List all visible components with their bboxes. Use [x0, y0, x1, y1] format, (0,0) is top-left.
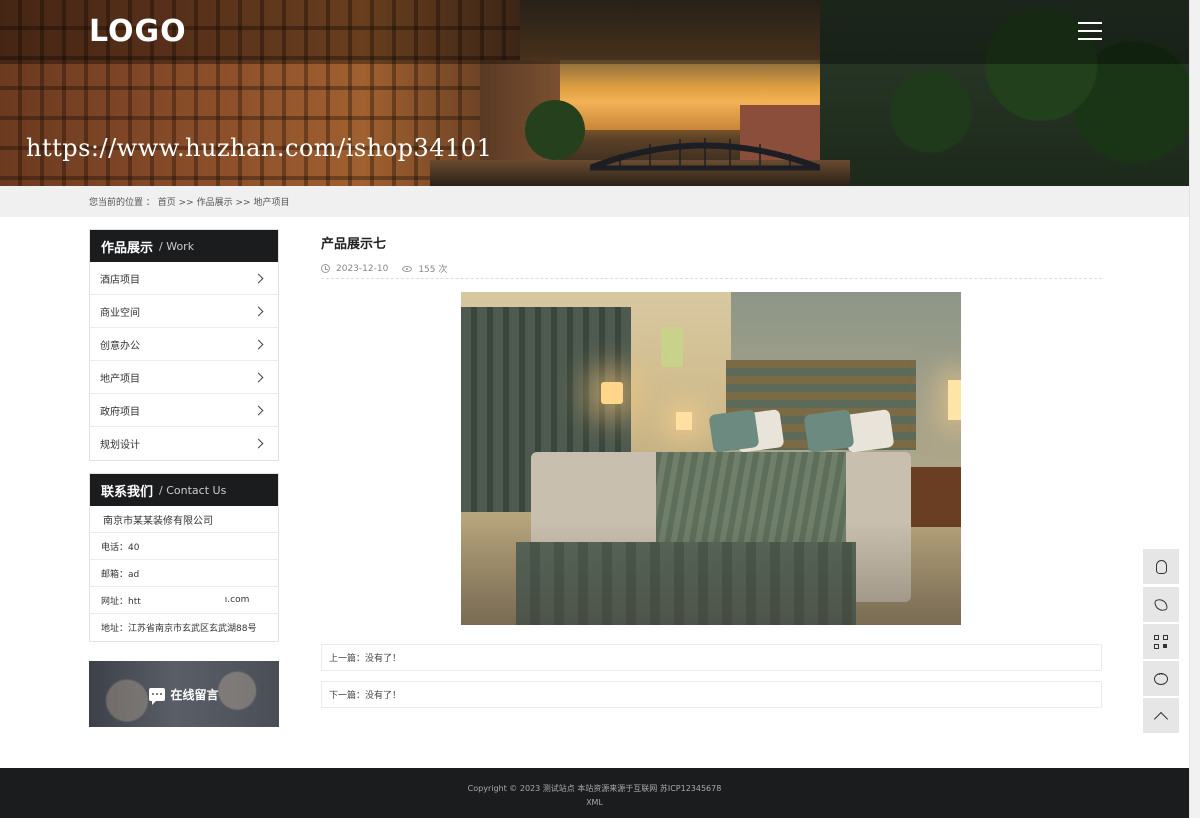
contact-email: 邮箱：ad	[90, 560, 278, 587]
category-label: 政府项目	[100, 406, 140, 418]
phone-icon	[1154, 597, 1168, 612]
breadcrumb-home-link[interactable]: 首页	[158, 198, 176, 208]
eye-icon	[402, 265, 413, 272]
category-item-office[interactable]: 创意办公	[90, 328, 278, 361]
chevron-right-icon	[253, 438, 264, 449]
article-divider	[321, 278, 1102, 279]
qrcode-icon	[1154, 634, 1168, 649]
category-label: 创意办公	[100, 340, 140, 352]
banner-bridge	[590, 138, 820, 171]
float-qq-button[interactable]	[1143, 549, 1179, 584]
site-footer: Copyright © 2023 测试站点 本站资源来源于互联网 苏ICP123…	[0, 768, 1189, 818]
category-item-real-estate[interactable]: 地产项目	[90, 361, 278, 394]
footer-xml-link[interactable]: XML	[0, 798, 1189, 807]
photo-pillow	[803, 408, 855, 454]
contact-panel-subtitle: / Contact Us	[159, 483, 227, 497]
contact-address: 地址：江苏省南京市玄武区玄武湖88号	[101, 624, 257, 634]
breadcrumb-bar: 您当前的位置 ： 首页 >> 作品展示 >> 地产项目	[0, 186, 1189, 217]
contact-website-prefix: 网址：htt	[101, 596, 141, 607]
watermark-url: https://www.huzhan.com/ishop34101	[26, 134, 493, 162]
qq-icon	[1155, 559, 1167, 574]
chat-icon	[1154, 670, 1168, 685]
contact-panel-title: 联系我们	[101, 484, 154, 500]
article-title: 产品展示七	[321, 237, 387, 252]
message-bubble-icon	[149, 687, 166, 705]
category-item-commercial[interactable]: 商业空间	[90, 295, 278, 328]
works-panel-title: 作品展示	[101, 240, 154, 256]
article-image-hotel-room	[461, 292, 961, 625]
category-label: 商业空间	[100, 307, 140, 319]
breadcrumb-separator: >>	[178, 198, 194, 208]
article-date-wrap: 2023-12-10	[321, 264, 388, 274]
hamburger-menu-icon[interactable]	[1078, 22, 1102, 42]
footer-copyright: Copyright © 2023 测试站点 本站资源来源于互联网 苏ICP123…	[467, 784, 722, 793]
online-message-button[interactable]: 在线留言	[89, 661, 279, 727]
contact-website-suffix: ı.com	[224, 595, 250, 605]
article-views-wrap: 155 次	[402, 262, 447, 275]
banner-small-tree	[525, 100, 585, 160]
breadcrumb-label: 您当前的位置 ：	[89, 198, 155, 208]
hero-banner: LOGO https://www.huzhan.com/ishop34101	[0, 0, 1189, 186]
online-message-label: 在线留言	[170, 687, 219, 702]
photo-lamp	[676, 412, 692, 430]
contact-panel-header: 联系我们 / Contact Us	[90, 474, 278, 506]
chevron-right-icon	[253, 339, 264, 349]
contact-website: 网址：htt ı.com	[90, 587, 278, 614]
site-logo[interactable]: LOGO	[89, 14, 187, 50]
chevron-right-icon	[253, 273, 264, 283]
online-message-inner: 在线留言	[149, 686, 219, 705]
category-label: 酒店项目	[100, 274, 140, 286]
contact-panel: 联系我们 / Contact Us 南京市某某装修有限公司 电话：40 邮箱：a…	[89, 473, 279, 642]
article-views: 155 次	[418, 265, 448, 275]
contact-phone: 电话：40	[90, 533, 278, 560]
page-scrollbar[interactable]	[1189, 0, 1200, 818]
breadcrumb-separator: >>	[235, 198, 251, 208]
photo-floor-shadow	[461, 522, 961, 625]
article-date: 2023-12-10	[336, 263, 389, 274]
works-panel-header: 作品展示 / Work	[90, 230, 278, 262]
prev-article-link[interactable]: 上一篇：没有了！	[321, 644, 1102, 671]
works-category-panel: 作品展示 / Work 酒店项目 商业空间 创意办公 地产项目 政府项目 规划设…	[89, 229, 279, 461]
breadcrumb-works-link[interactable]: 作品展示	[197, 198, 233, 208]
category-label: 地产项目	[100, 373, 140, 385]
category-item-hotel[interactable]: 酒店项目	[90, 262, 278, 295]
photo-wall-art	[661, 327, 683, 367]
breadcrumb-current-link[interactable]: 地产项目	[253, 198, 289, 208]
photo-lamp	[601, 382, 623, 404]
float-phone-button[interactable]	[1143, 587, 1179, 622]
contact-company: 南京市某某装修有限公司	[90, 506, 278, 533]
clock-icon	[321, 264, 330, 273]
breadcrumb: 您当前的位置 ： 首页 >> 作品展示 >> 地产项目	[89, 195, 289, 208]
float-qrcode-button[interactable]	[1143, 624, 1179, 659]
back-to-top-button[interactable]	[1143, 698, 1179, 733]
chevron-right-icon	[253, 372, 264, 382]
article-meta: 2023-12-10 155 次	[321, 262, 461, 275]
chevron-right-icon	[253, 405, 264, 415]
photo-pillow	[708, 408, 760, 454]
chevron-right-icon	[253, 306, 264, 316]
category-item-government[interactable]: 政府项目	[90, 394, 278, 427]
works-panel-subtitle: / Work	[159, 239, 195, 253]
category-item-planning[interactable]: 规划设计	[90, 427, 278, 460]
next-article-link[interactable]: 下一篇：没有了！	[321, 681, 1102, 708]
float-chat-button[interactable]	[1143, 661, 1179, 696]
photo-lamp	[948, 380, 961, 420]
back-to-top-icon	[1153, 711, 1169, 726]
category-label: 规划设计	[100, 440, 140, 451]
